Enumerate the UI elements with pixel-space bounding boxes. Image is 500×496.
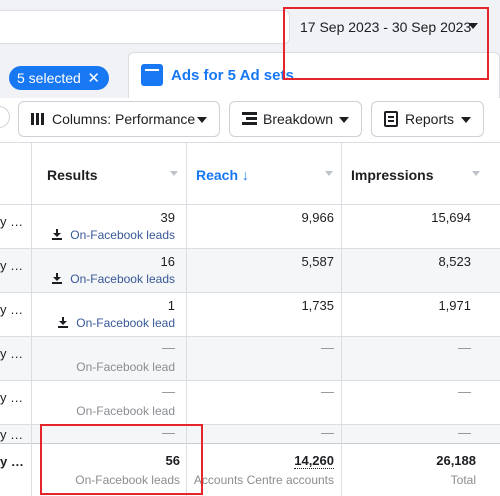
impressions-value: — bbox=[458, 384, 471, 399]
breakdown-button[interactable]: Breakdown bbox=[229, 101, 362, 137]
total-results-value: 56 bbox=[165, 453, 180, 468]
tabs-row: 5 selected ✕ Ads for 5 Ad sets bbox=[0, 50, 500, 98]
column-header-results[interactable]: Results bbox=[31, 143, 186, 205]
sort-caret-icon[interactable] bbox=[325, 171, 333, 176]
tab-ads-label: Ads for 5 Ad sets bbox=[171, 67, 294, 84]
chevron-down-icon bbox=[339, 117, 349, 123]
columns-button[interactable]: Columns: Performance bbox=[18, 101, 220, 137]
ad-name[interactable]: y … bbox=[0, 214, 23, 229]
selection-area: 5 selected ✕ bbox=[0, 52, 122, 98]
chevron-down-icon bbox=[461, 117, 471, 123]
download-icon bbox=[52, 229, 63, 240]
reports-icon bbox=[384, 111, 398, 127]
totals-name: y … bbox=[0, 454, 24, 469]
column-header-reach[interactable]: Reach ↓ bbox=[186, 143, 341, 205]
date-range-picker[interactable]: 17 Sep 2023 - 30 Sep 2023 bbox=[290, 10, 490, 44]
ads-table: Results Reach ↓ Impressions y … 39 On-Fa… bbox=[0, 142, 500, 496]
results-value: 16 bbox=[160, 254, 175, 269]
column-divider[interactable] bbox=[186, 143, 187, 496]
reach-value: — bbox=[321, 340, 334, 355]
impressions-value: — bbox=[458, 340, 471, 355]
reports-button[interactable]: Reports bbox=[371, 101, 484, 137]
reach-value: 1,735 bbox=[301, 298, 334, 313]
ad-name[interactable]: y … bbox=[0, 302, 23, 317]
ad-name[interactable]: y … bbox=[0, 427, 23, 442]
impressions-value: — bbox=[458, 425, 471, 440]
table-row[interactable]: y … 39 On-Facebook leads 9,966 15,694 bbox=[0, 205, 500, 249]
date-range-label: 17 Sep 2023 - 30 Sep 2023 bbox=[300, 19, 472, 35]
total-impressions-value: 26,188 bbox=[436, 453, 476, 468]
reach-value: 5,587 bbox=[301, 254, 334, 269]
results-label: On-Facebook lead bbox=[76, 404, 175, 418]
impressions-value: 1,971 bbox=[438, 298, 471, 313]
table-row[interactable]: y … — — — bbox=[0, 425, 500, 443]
impressions-value: 15,694 bbox=[431, 210, 471, 225]
filter-toggle[interactable] bbox=[0, 106, 10, 128]
results-value: — bbox=[162, 384, 175, 399]
reach-value: — bbox=[321, 425, 334, 440]
results-label[interactable]: On-Facebook lead bbox=[31, 316, 175, 330]
results-value: 39 bbox=[160, 210, 175, 225]
results-value: 1 bbox=[167, 298, 175, 313]
toolbar: Columns: Performance Breakdown Reports bbox=[0, 98, 500, 142]
top-bar: 17 Sep 2023 - 30 Sep 2023 bbox=[0, 0, 500, 50]
ad-name[interactable]: y … bbox=[0, 258, 23, 273]
table-row[interactable]: y … 16 On-Facebook leads 5,587 8,523 bbox=[0, 249, 500, 293]
selected-chip[interactable]: 5 selected ✕ bbox=[9, 66, 109, 90]
column-divider[interactable] bbox=[31, 143, 32, 496]
tab-ads[interactable]: Ads for 5 Ad sets bbox=[128, 52, 500, 98]
ads-icon bbox=[141, 64, 163, 86]
sort-caret-icon[interactable] bbox=[472, 171, 480, 176]
total-results-label: On-Facebook leads bbox=[75, 473, 180, 487]
table-header: Results Reach ↓ Impressions bbox=[0, 143, 500, 205]
ad-name[interactable]: y … bbox=[0, 346, 23, 361]
chevron-down-icon bbox=[197, 117, 207, 123]
breakdown-label: Breakdown bbox=[263, 111, 334, 127]
results-header-label: Results bbox=[47, 167, 98, 183]
impressions-value: 8,523 bbox=[438, 254, 471, 269]
results-label[interactable]: On-Facebook leads bbox=[31, 228, 175, 242]
download-icon bbox=[58, 317, 69, 328]
close-icon[interactable]: ✕ bbox=[87, 69, 100, 87]
reach-header-label: Reach ↓ bbox=[196, 167, 249, 183]
selected-chip-label: 5 selected bbox=[17, 70, 81, 86]
chevron-down-icon bbox=[468, 23, 478, 29]
impressions-header-label: Impressions bbox=[351, 167, 434, 183]
download-icon bbox=[52, 273, 63, 284]
reach-value: — bbox=[321, 384, 334, 399]
table-row[interactable]: y … 1 On-Facebook lead 1,735 1,971 bbox=[0, 293, 500, 337]
total-reach-label: Accounts Centre accounts bbox=[193, 473, 334, 487]
results-value: — bbox=[162, 425, 175, 440]
columns-icon bbox=[31, 113, 46, 125]
reports-label: Reports bbox=[405, 111, 455, 127]
results-label: On-Facebook lead bbox=[76, 360, 175, 374]
columns-label: Columns: Performance bbox=[52, 111, 196, 127]
results-label[interactable]: On-Facebook leads bbox=[31, 272, 175, 286]
ad-name[interactable]: y … bbox=[0, 390, 23, 405]
table-row[interactable]: y … — On-Facebook lead — — bbox=[0, 381, 500, 425]
total-reach-value[interactable]: 14,260 bbox=[186, 453, 334, 469]
totals-row: y … 56 On-Facebook leads 14,260 Accounts… bbox=[0, 443, 500, 496]
column-divider[interactable] bbox=[341, 143, 342, 496]
sort-caret-icon[interactable] bbox=[170, 171, 178, 176]
search-field[interactable] bbox=[0, 10, 290, 44]
column-header-impressions[interactable]: Impressions bbox=[341, 143, 500, 205]
breakdown-icon bbox=[242, 112, 257, 126]
table-row[interactable]: y … — On-Facebook lead — — bbox=[0, 337, 500, 381]
total-impressions-label: Total bbox=[450, 473, 476, 487]
results-value: — bbox=[162, 340, 175, 355]
reach-value: 9,966 bbox=[301, 210, 334, 225]
